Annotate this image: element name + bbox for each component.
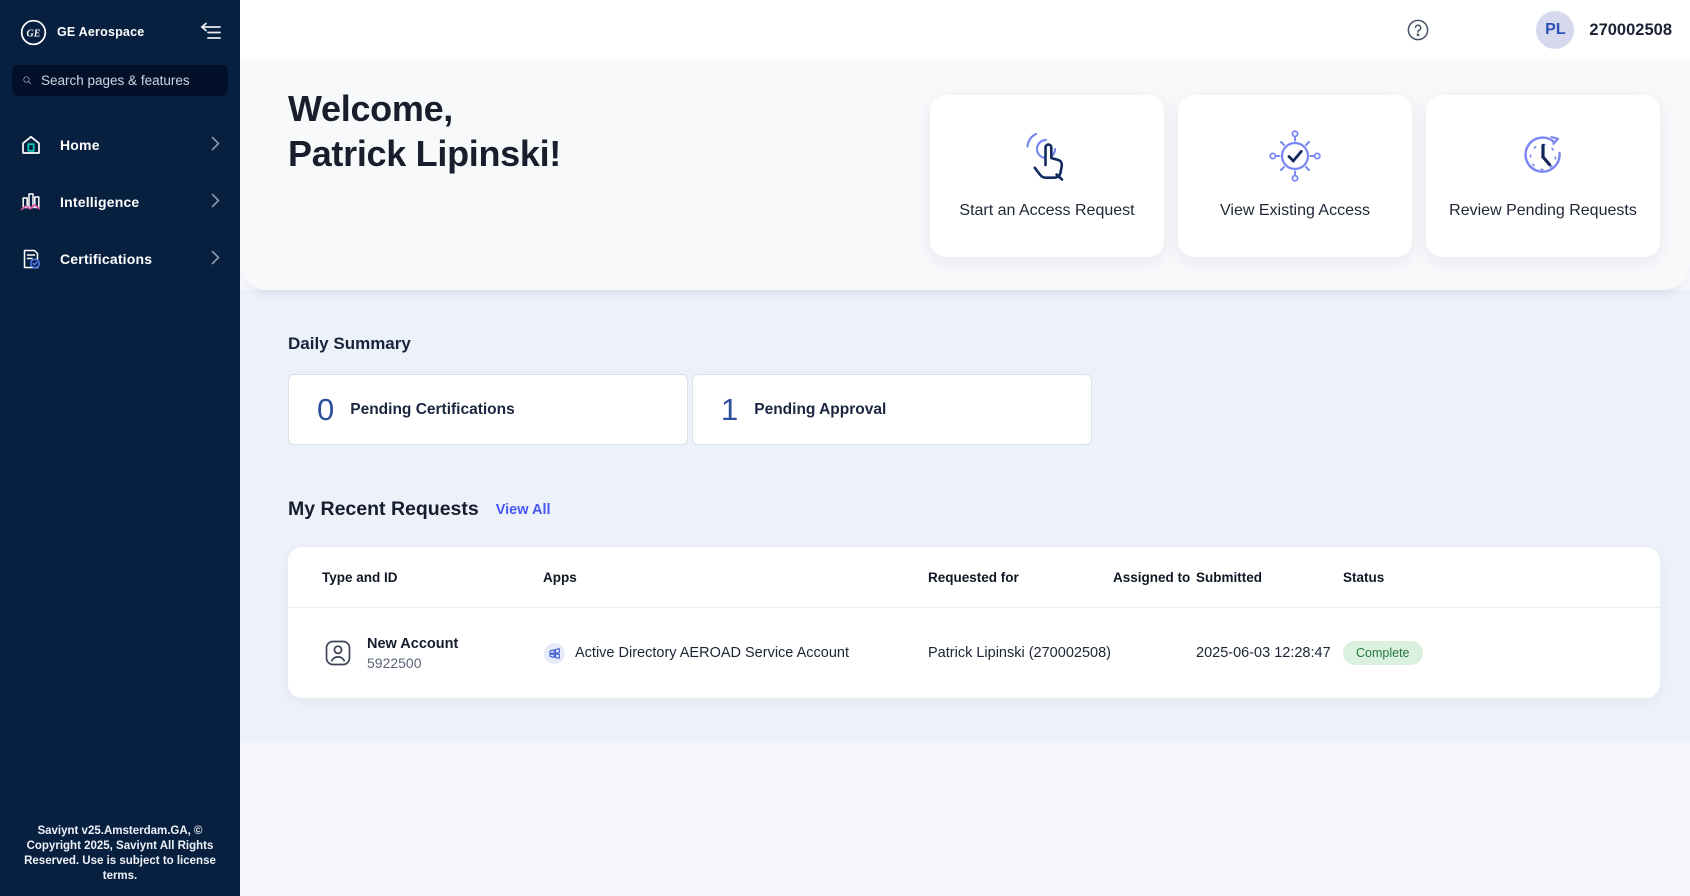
svg-text:GE: GE — [27, 28, 41, 39]
app-name: Active Directory AEROAD Service Account — [575, 645, 849, 661]
status-cell: Complete — [1343, 641, 1660, 665]
daily-summary-cards: 0 Pending Certifications 1 Pending Appro… — [288, 374, 1690, 445]
bar-chart-icon — [18, 189, 44, 215]
app-root: GE GE Aerospace — [0, 0, 1690, 896]
sidebar: GE GE Aerospace — [0, 0, 240, 896]
pending-approval-label: Pending Approval — [754, 401, 886, 419]
daily-summary-title: Daily Summary — [288, 334, 1690, 354]
chevron-right-icon — [211, 136, 220, 154]
action-card-label: Review Pending Requests — [1449, 202, 1637, 220]
clock-history-icon — [1510, 126, 1576, 186]
brand-name: GE Aerospace — [57, 25, 198, 39]
certificate-document-icon — [18, 246, 44, 272]
column-header-type-and-id: Type and ID — [322, 570, 543, 585]
sidebar-nav: Home Intelligence — [0, 125, 240, 279]
main: PL 270002508 Welcome, Patrick Lipinski! — [240, 0, 1690, 896]
chevron-right-icon — [211, 193, 220, 211]
request-id: 5922500 — [367, 655, 458, 671]
recent-requests-header: My Recent Requests View All — [288, 498, 1690, 521]
table-row[interactable]: New Account 5922500 — [288, 608, 1660, 698]
action-cards: Start an Access Request — [930, 95, 1660, 257]
sidebar-item-label: Intelligence — [60, 194, 195, 210]
pending-certifications-card[interactable]: 0 Pending Certifications — [288, 374, 688, 445]
home-icon — [18, 132, 44, 158]
recent-requests-table: Type and ID Apps Requested for Assigned … — [288, 547, 1660, 698]
view-all-link[interactable]: View All — [496, 502, 551, 518]
column-header-status: Status — [1343, 570, 1660, 585]
pending-approval-card[interactable]: 1 Pending Approval — [692, 374, 1092, 445]
user-id: 270002508 — [1589, 21, 1672, 40]
brand-row: GE GE Aerospace — [0, 16, 240, 48]
check-network-icon — [1262, 126, 1328, 186]
welcome-panel: Welcome, Patrick Lipinski! Start an Acce… — [240, 60, 1690, 290]
search-input[interactable] — [41, 73, 218, 88]
submitted-cell: 2025-06-03 12:28:47 — [1196, 645, 1343, 661]
topbar: PL 270002508 — [240, 0, 1690, 60]
sidebar-item-label: Home — [60, 137, 195, 153]
start-access-request-card[interactable]: Start an Access Request — [930, 95, 1164, 257]
avatar-initials: PL — [1545, 21, 1565, 39]
collapse-sidebar-icon[interactable] — [198, 20, 224, 44]
action-card-label: Start an Access Request — [959, 202, 1134, 220]
help-question-icon[interactable] — [1406, 18, 1430, 42]
table-header-row: Type and ID Apps Requested for Assigned … — [288, 547, 1660, 608]
avatar[interactable]: PL — [1536, 11, 1574, 49]
apps-cell: Active Directory AEROAD Service Account — [543, 642, 928, 665]
welcome-line-1: Welcome, — [288, 88, 453, 129]
pending-approval-count: 1 — [721, 392, 738, 428]
sidebar-item-label: Certifications — [60, 251, 195, 267]
request-type: New Account — [367, 636, 458, 652]
status-badge: Complete — [1343, 641, 1423, 665]
sidebar-item-intelligence[interactable]: Intelligence — [0, 182, 240, 222]
column-header-assigned-to: Assigned to — [1113, 570, 1196, 585]
recent-requests-title: My Recent Requests — [288, 498, 479, 521]
pending-certifications-label: Pending Certifications — [350, 401, 515, 419]
action-card-label: View Existing Access — [1220, 202, 1370, 220]
account-person-icon — [322, 637, 354, 669]
type-and-id-cell: New Account 5922500 — [322, 636, 543, 671]
sidebar-search[interactable] — [12, 65, 228, 96]
content-band: Daily Summary 0 Pending Certifications 1… — [240, 290, 1690, 743]
sidebar-item-certifications[interactable]: Certifications — [0, 239, 240, 279]
page-title: Welcome, Patrick Lipinski! — [288, 86, 561, 176]
column-header-submitted: Submitted — [1196, 570, 1343, 585]
column-header-apps: Apps — [543, 570, 928, 585]
click-hand-icon — [1014, 126, 1080, 186]
requested-for-cell: Patrick Lipinski (270002508) — [928, 645, 1113, 661]
ge-monogram-icon: GE — [20, 19, 47, 46]
sidebar-footer: Saviynt v25.Amsterdam.GA, © Copyright 20… — [12, 824, 228, 884]
sidebar-item-home[interactable]: Home — [0, 125, 240, 165]
windows-app-icon — [543, 642, 566, 665]
review-pending-requests-card[interactable]: Review Pending Requests — [1426, 95, 1660, 257]
search-icon — [22, 72, 32, 89]
chevron-right-icon — [211, 250, 220, 268]
view-existing-access-card[interactable]: View Existing Access — [1178, 95, 1412, 257]
column-header-requested-for: Requested for — [928, 570, 1113, 585]
welcome-line-2: Patrick Lipinski! — [288, 133, 561, 174]
pending-certifications-count: 0 — [317, 392, 334, 428]
